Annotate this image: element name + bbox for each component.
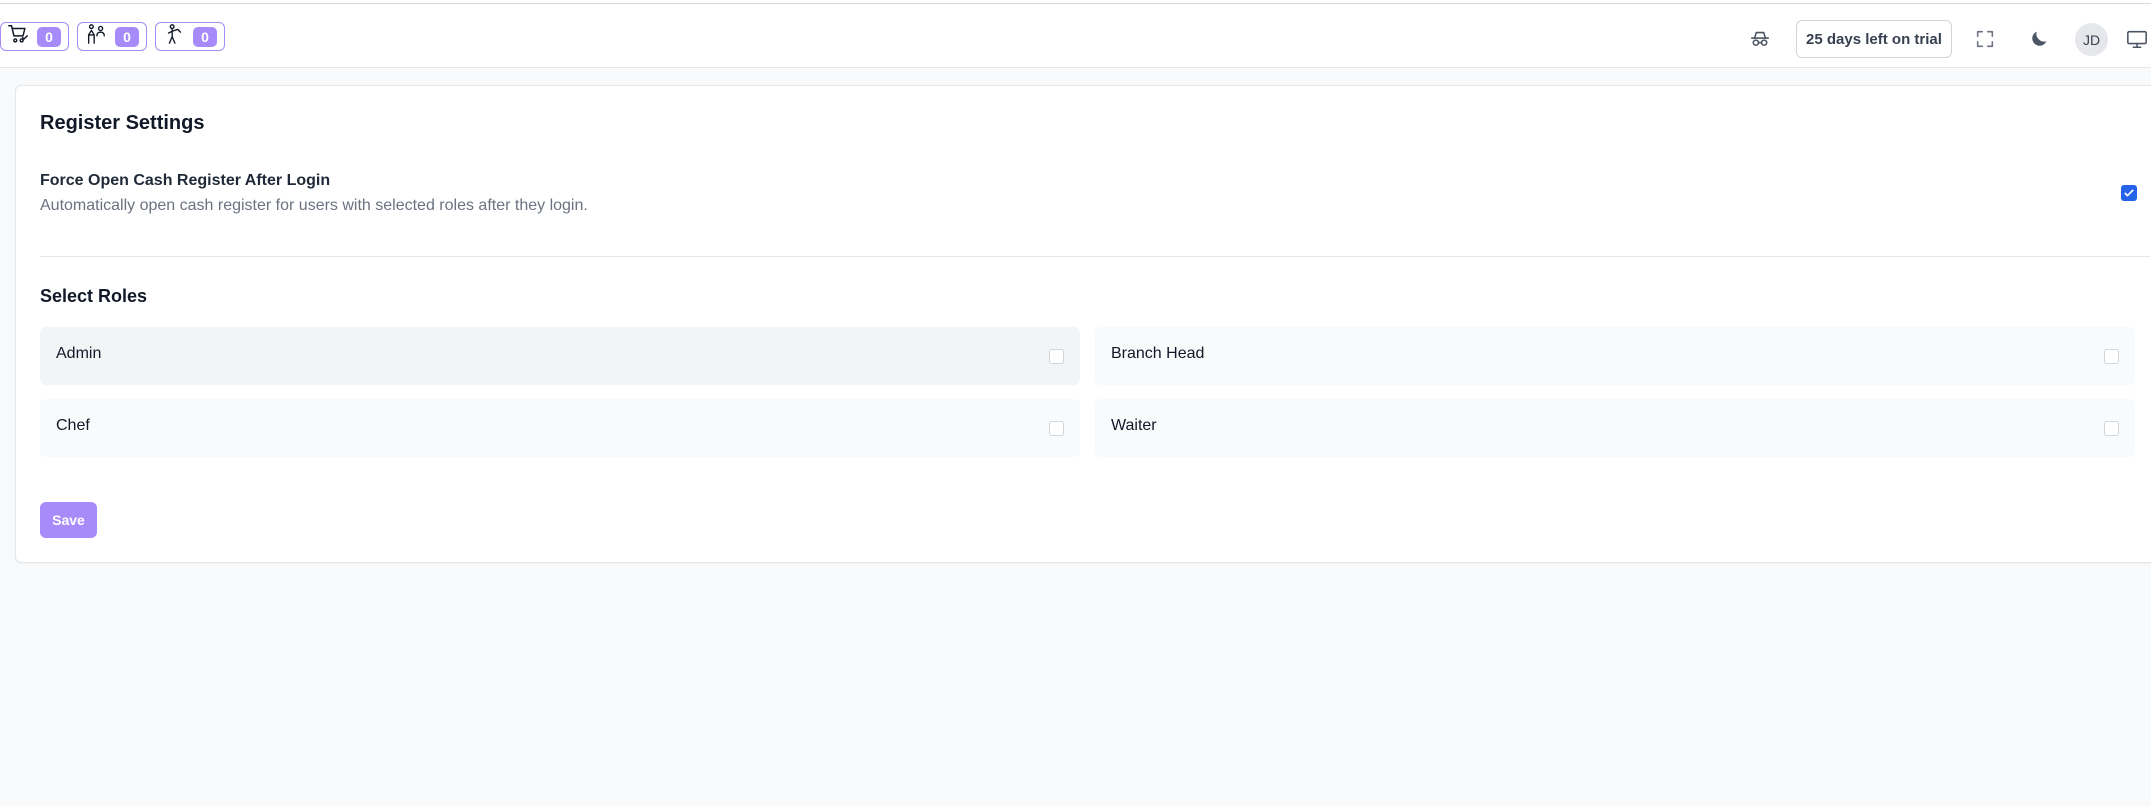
cart-orders-count: 0 (37, 26, 61, 47)
role-label: Waiter (1111, 417, 1157, 434)
force-open-checkbox[interactable] (2121, 185, 2137, 201)
cart-check-icon (7, 23, 29, 50)
chef-icon (163, 23, 185, 50)
role-option-branch-head[interactable]: Branch Head (1095, 327, 2135, 385)
top-header: 0 0 0 25 days left on trial JD (0, 4, 2151, 68)
chef-orders-button[interactable]: 0 (155, 22, 225, 51)
role-label: Admin (56, 345, 102, 362)
role-checkbox[interactable] (1049, 421, 1064, 436)
select-roles-title: Select Roles (40, 286, 148, 306)
role-checkbox[interactable] (2104, 421, 2119, 436)
role-option-waiter[interactable]: Waiter (1095, 399, 2135, 457)
save-button[interactable]: Save (40, 502, 97, 538)
waiter-orders-count: 0 (115, 26, 139, 47)
role-label: Chef (56, 417, 90, 434)
section-divider (40, 256, 2150, 257)
cart-orders-button[interactable]: 0 (0, 22, 69, 51)
role-label: Branch Head (1111, 345, 1205, 362)
role-checkbox[interactable] (1049, 349, 1064, 364)
waiter-orders-button[interactable]: 0 (77, 22, 147, 51)
page-title: Register Settings (40, 112, 205, 134)
role-checkbox[interactable] (2104, 349, 2119, 364)
avatar[interactable]: JD (2075, 23, 2108, 56)
incognito-icon[interactable] (1749, 28, 1771, 50)
chef-orders-count: 0 (193, 26, 217, 47)
checkmark-icon (2124, 189, 2134, 197)
role-option-admin[interactable]: Admin (40, 327, 1080, 385)
register-settings-card: Register Settings Force Open Cash Regist… (15, 85, 2151, 563)
force-open-setting-description: Automatically open cash register for use… (40, 197, 588, 214)
moon-icon[interactable] (2028, 28, 2050, 50)
monitor-icon[interactable] (2126, 28, 2148, 50)
trial-button[interactable]: 25 days left on trial (1796, 20, 1952, 58)
force-open-setting-title: Force Open Cash Register After Login (40, 172, 331, 189)
waiter-icon (85, 23, 107, 50)
fullscreen-icon[interactable] (1974, 28, 1996, 50)
role-option-chef[interactable]: Chef (40, 399, 1080, 457)
